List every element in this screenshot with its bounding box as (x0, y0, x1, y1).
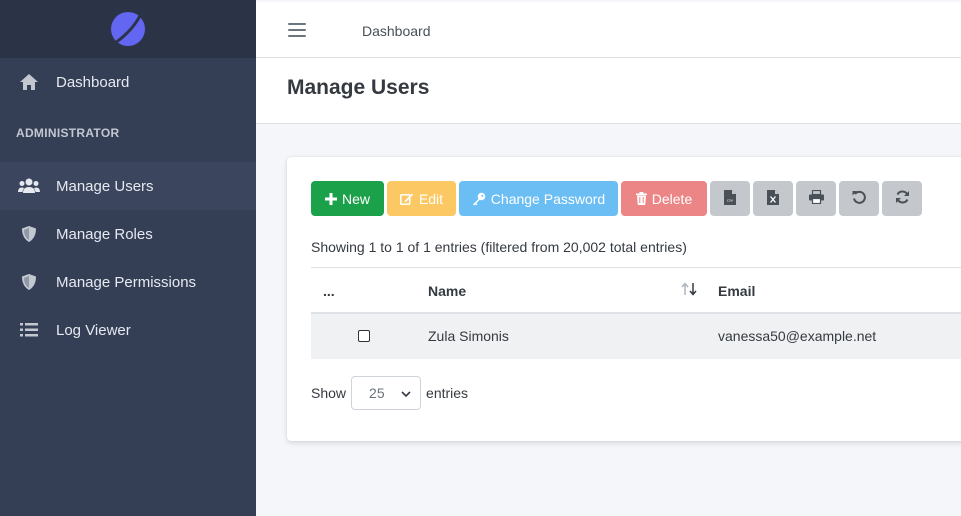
table-info: Showing 1 to 1 of 1 entries (filtered fr… (311, 239, 687, 255)
sidebar-item-label: Dashboard (56, 73, 130, 91)
table-header-row: ... Name Email (311, 267, 961, 314)
edit-button-label: Edit (418, 190, 444, 207)
cell-email: vanessa50@example.net (718, 328, 877, 344)
undo-icon (852, 190, 866, 207)
trash-icon (635, 192, 647, 205)
shield-icon (18, 272, 40, 292)
sidebar-section-heading: ADMINISTRATOR (16, 126, 120, 140)
sidebar-item-manage-users[interactable]: Manage Users (0, 162, 256, 210)
table-row[interactable]: Zula Simonis vanessa50@example.net (311, 314, 961, 359)
file-excel-icon (767, 189, 779, 208)
export-csv-button[interactable]: csv (710, 181, 750, 216)
sidebar-item-log-viewer[interactable]: Log Viewer (0, 306, 256, 354)
change-password-button[interactable]: Change Password (459, 181, 618, 216)
page-length-value: 25 (369, 385, 385, 401)
users-card: New Edit Change Password Delete csv Show… (287, 157, 961, 441)
column-header-name[interactable]: Name (428, 283, 466, 299)
export-excel-button[interactable] (753, 181, 793, 216)
sidebar-item-label: Manage Users (56, 177, 154, 195)
edit-icon (399, 192, 414, 205)
sidebar-item-dashboard[interactable]: Dashboard (0, 58, 256, 106)
sidebar-item-label: Log Viewer (56, 321, 131, 339)
print-button[interactable] (796, 181, 836, 216)
shield-icon (18, 224, 40, 244)
page-title: Manage Users (287, 76, 430, 99)
users-table: ... Name Email Zula Simonis vanessa50@ex… (311, 267, 961, 359)
row-checkbox[interactable] (358, 330, 370, 342)
sidebar-item-manage-roles[interactable]: Manage Roles (0, 210, 256, 258)
refresh-icon (895, 190, 910, 207)
change-password-button-label: Change Password (490, 190, 606, 207)
cell-name: Zula Simonis (428, 328, 509, 344)
sidebar: Dashboard ADMINISTRATOR Manage Users Man… (0, 0, 256, 516)
key-icon (472, 192, 486, 206)
delete-button[interactable]: Delete (621, 181, 707, 216)
print-icon (808, 189, 824, 207)
svg-text:csv: csv (727, 198, 734, 202)
brand[interactable] (0, 0, 256, 58)
chevron-down-icon (401, 385, 411, 401)
reload-button[interactable] (882, 181, 922, 216)
column-header-email[interactable]: Email (718, 283, 755, 299)
top-navbar: Dashboard (256, 2, 961, 58)
sidebar-item-manage-permissions[interactable]: Manage Permissions (0, 258, 256, 306)
delete-button-label: Delete (651, 190, 693, 207)
reset-button[interactable] (839, 181, 879, 216)
entries-label: entries (426, 385, 469, 401)
page-length-control: Show 25 entries (311, 376, 468, 410)
list-icon (18, 320, 40, 340)
new-button-label: New (342, 190, 371, 207)
new-button[interactable]: New (311, 181, 384, 216)
home-icon (18, 72, 40, 92)
column-header-select[interactable]: ... (323, 283, 335, 299)
nav-link-dashboard[interactable]: Dashboard (362, 23, 431, 39)
page-length-select[interactable]: 25 (351, 376, 422, 410)
file-csv-icon: csv (724, 189, 736, 208)
hamburger-menu-icon[interactable] (288, 23, 306, 37)
show-label: Show (311, 385, 347, 401)
users-icon (18, 176, 40, 196)
content-header: Manage Users (256, 58, 961, 124)
sidebar-item-label: Manage Permissions (56, 273, 197, 291)
plus-icon (325, 192, 337, 205)
sort-icon[interactable] (681, 282, 697, 299)
logo-icon (111, 12, 145, 46)
table-toolbar: New Edit Change Password Delete csv (311, 181, 922, 216)
sidebar-item-label: Manage Roles (56, 225, 153, 243)
edit-button[interactable]: Edit (387, 181, 456, 216)
